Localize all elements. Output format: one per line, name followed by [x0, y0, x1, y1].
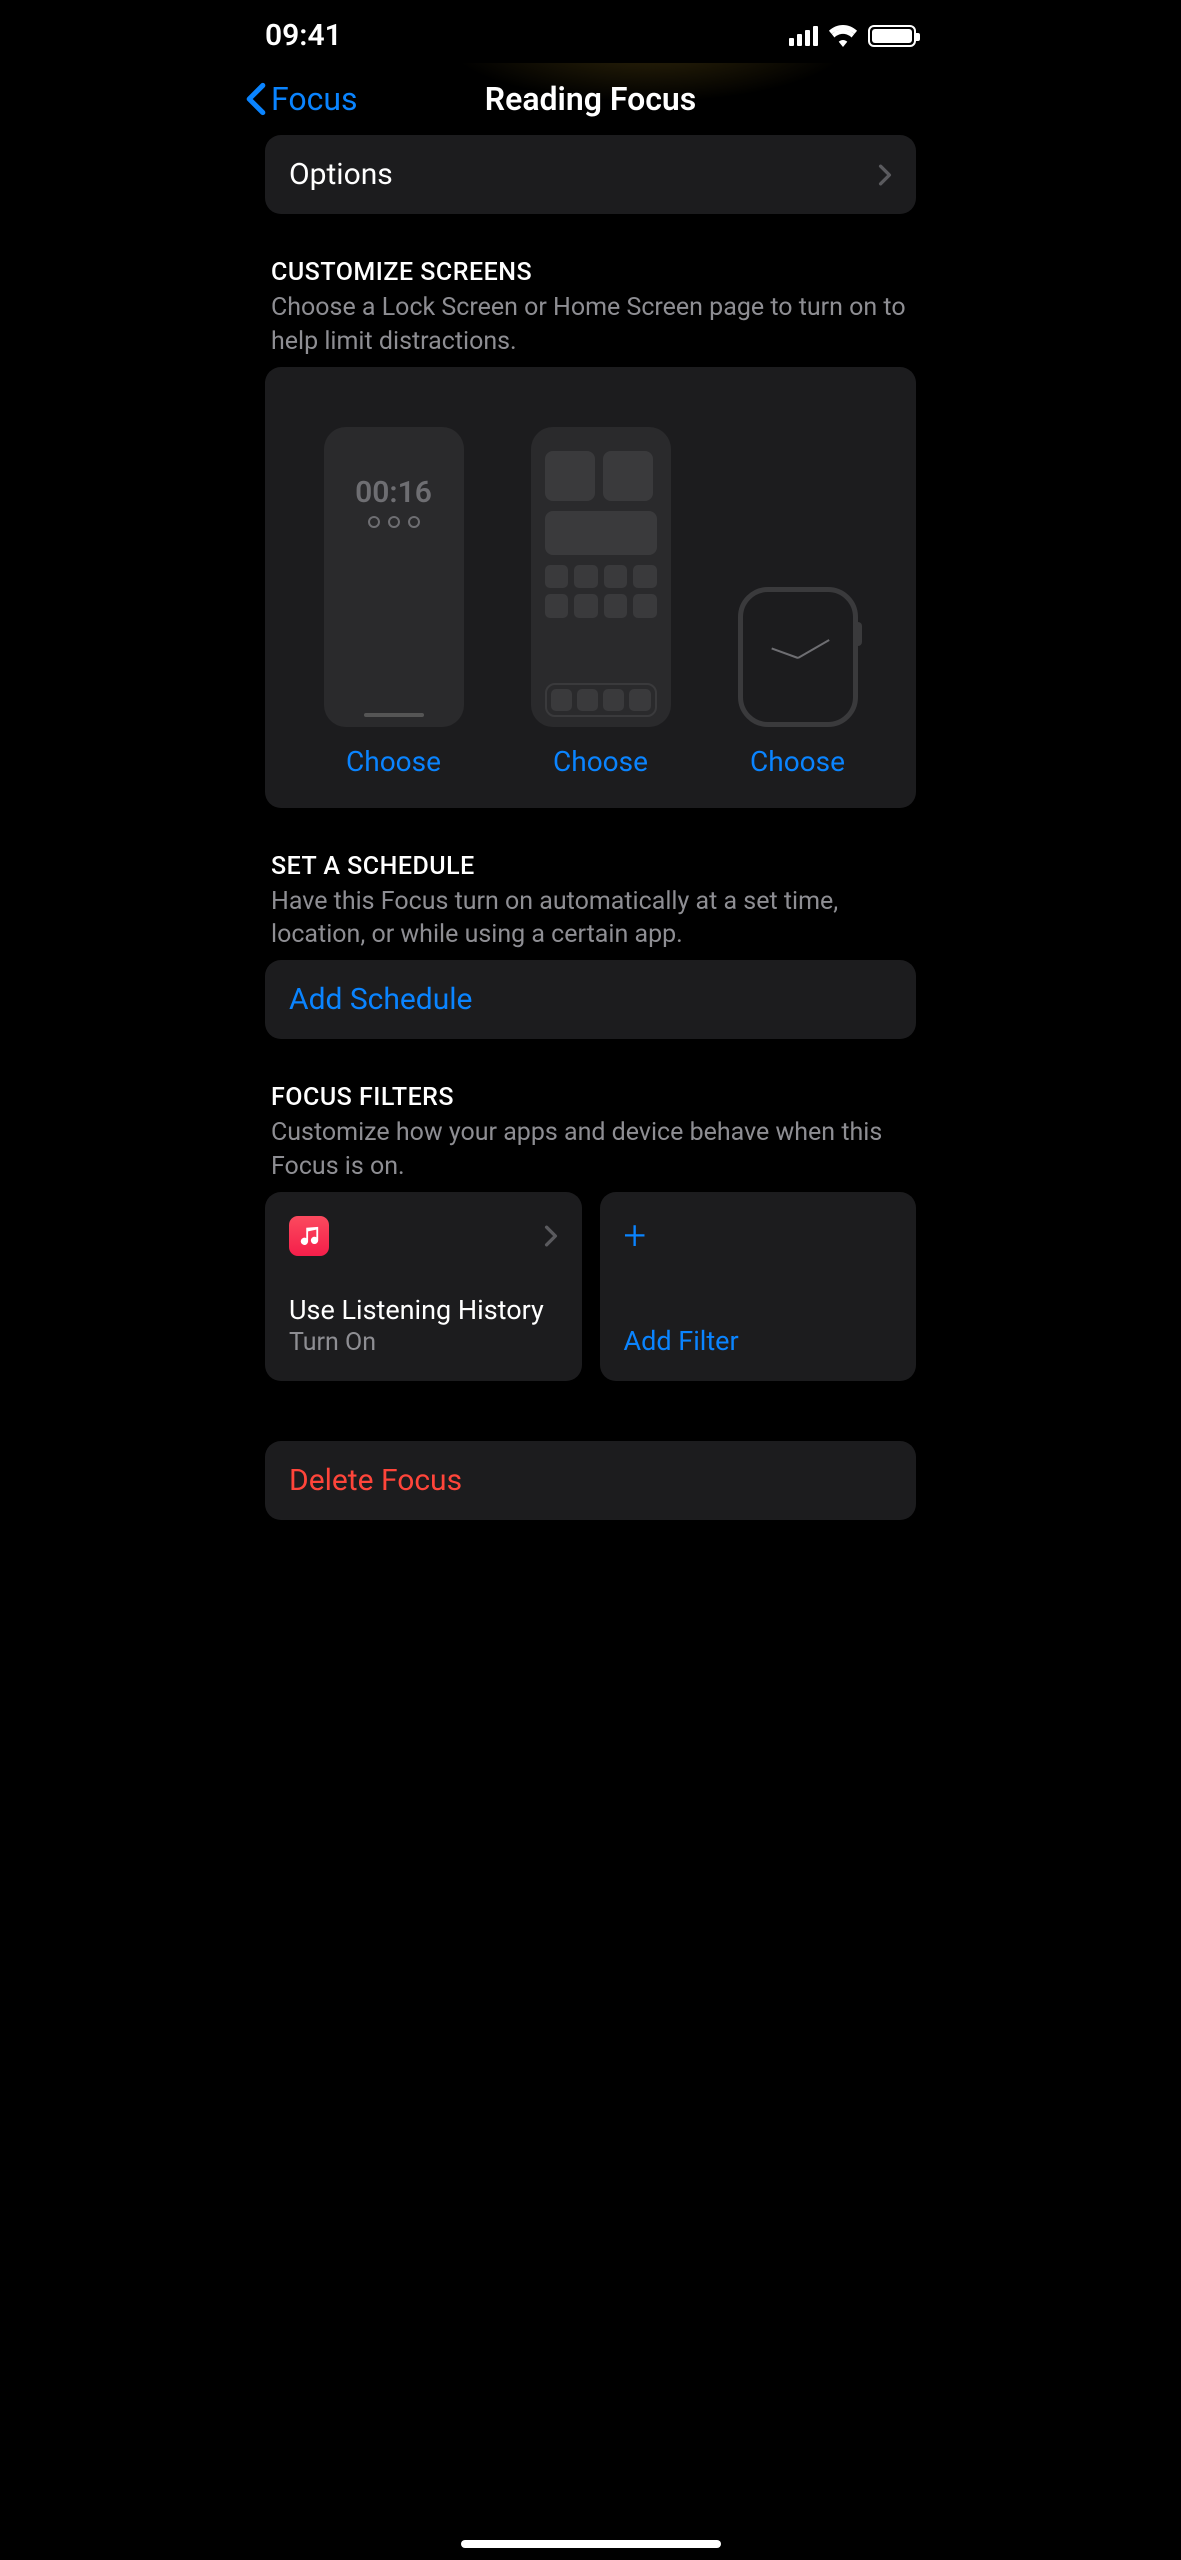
home-screen-column: Choose — [531, 427, 671, 778]
schedule-title: SET A SCHEDULE — [271, 852, 910, 881]
chevron-left-icon — [245, 82, 267, 116]
choose-lock-button[interactable]: Choose — [346, 745, 441, 778]
lock-screen-widgets — [368, 516, 420, 528]
music-filter-sub: Turn On — [289, 1328, 558, 1357]
music-app-icon — [289, 1216, 329, 1256]
lock-screen-column: 00:16 Choose — [324, 427, 464, 778]
filters-row: Use Listening History Turn On + Add Filt… — [265, 1192, 916, 1381]
filters-header: FOCUS FILTERS Customize how your apps an… — [271, 1083, 910, 1184]
wifi-icon — [828, 25, 858, 47]
schedule-header: SET A SCHEDULE Have this Focus turn on a… — [271, 852, 910, 953]
music-filter-title: Use Listening History — [289, 1294, 558, 1326]
music-filter-card[interactable]: Use Listening History Turn On — [265, 1192, 582, 1381]
lock-screen-preview[interactable]: 00:16 — [324, 427, 464, 727]
battery-icon — [868, 25, 916, 47]
status-time: 09:41 — [265, 18, 342, 53]
plus-icon: + — [624, 1216, 893, 1256]
cellular-icon — [789, 26, 818, 46]
customize-screens-card: 00:16 Choose Choose Ch — [265, 367, 916, 808]
filters-desc: Customize how your apps and device behav… — [271, 1116, 910, 1184]
lock-screen-time: 00:16 — [355, 475, 432, 510]
nav-bar: Focus Reading Focus — [229, 63, 952, 135]
choose-home-button[interactable]: Choose — [553, 745, 648, 778]
home-screen-preview[interactable] — [531, 427, 671, 727]
add-filter-label: Add Filter — [624, 1325, 893, 1357]
filters-title: FOCUS FILTERS — [271, 1083, 910, 1112]
options-group: Options — [265, 135, 916, 214]
status-bar: 09:41 — [229, 0, 952, 63]
add-filter-card[interactable]: + Add Filter — [600, 1192, 917, 1381]
watch-face-preview[interactable] — [738, 587, 858, 727]
status-indicators — [789, 25, 916, 47]
watch-face-column: Choose — [738, 587, 858, 778]
home-indicator[interactable] — [461, 2540, 721, 2548]
customize-desc: Choose a Lock Screen or Home Screen page… — [271, 291, 910, 359]
page-title: Reading Focus — [485, 80, 696, 118]
chevron-right-icon — [878, 164, 892, 186]
customize-header: CUSTOMIZE SCREENS Choose a Lock Screen o… — [271, 258, 910, 359]
options-label: Options — [289, 157, 393, 192]
options-row[interactable]: Options — [265, 135, 916, 214]
chevron-right-icon — [544, 1225, 558, 1247]
delete-focus-button[interactable]: Delete Focus — [265, 1441, 916, 1520]
customize-title: CUSTOMIZE SCREENS — [271, 258, 910, 287]
back-button[interactable]: Focus — [245, 80, 358, 118]
add-schedule-button[interactable]: Add Schedule — [265, 960, 916, 1039]
schedule-desc: Have this Focus turn on automatically at… — [271, 885, 910, 953]
back-label: Focus — [271, 80, 358, 118]
choose-watch-button[interactable]: Choose — [750, 745, 845, 778]
